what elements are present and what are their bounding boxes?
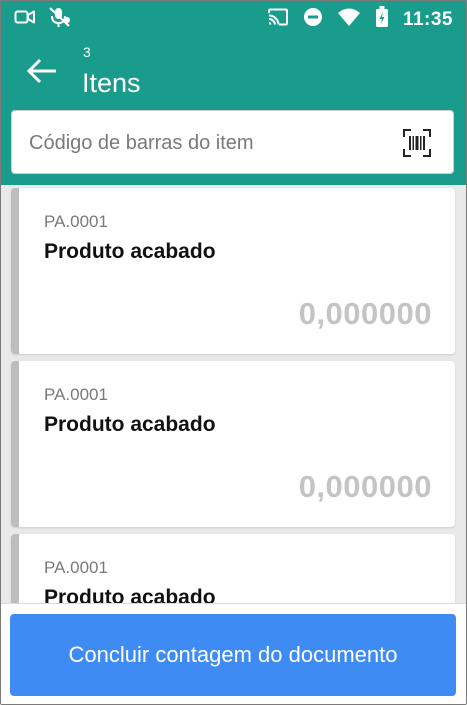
do-not-disturb-icon <box>303 7 323 32</box>
clock-time: 11:35 <box>402 8 453 30</box>
video-call-icon <box>14 8 36 31</box>
finish-count-button[interactable]: Concluir contagem do documento <box>10 614 456 696</box>
card-accent-bar <box>11 361 19 527</box>
list-item[interactable]: PA.0001 Produto acabado 0,000000 <box>11 188 455 354</box>
item-code: PA.0001 <box>44 385 108 404</box>
list-item[interactable]: PA.0001 Produto acabado <box>11 534 455 605</box>
card-accent-bar <box>11 188 19 354</box>
item-quantity: 0,000000 <box>298 296 432 331</box>
app-bar: 3 Itens <box>0 36 467 106</box>
item-code: PA.0001 <box>44 558 108 577</box>
mic-off-icon <box>48 6 72 33</box>
item-name: Produto acabado <box>44 240 216 263</box>
item-list: PA.0001 Produto acabado 0,000000 PA.0001… <box>0 185 467 605</box>
barcode-input[interactable] <box>27 111 401 175</box>
barcode-search-box <box>11 110 454 175</box>
arrow-left-icon <box>26 58 56 84</box>
header-area: 11:35 3 Itens <box>0 0 467 185</box>
list-item[interactable]: PA.0001 Produto acabado 0,000000 <box>11 361 455 527</box>
item-name: Produto acabado <box>44 413 216 436</box>
item-code: PA.0001 <box>44 212 108 231</box>
card-accent-bar <box>11 534 19 605</box>
back-button[interactable] <box>22 54 62 88</box>
page-title: Itens <box>82 68 141 98</box>
status-bar: 11:35 <box>0 0 467 36</box>
cast-icon <box>267 8 289 31</box>
item-count: 3 <box>83 44 91 60</box>
barcode-scan-icon <box>403 129 431 157</box>
wifi-icon <box>337 7 361 32</box>
item-quantity: 0,000000 <box>298 469 432 504</box>
battery-icon <box>375 6 389 33</box>
footer-bar: Concluir contagem do documento <box>0 603 467 705</box>
barcode-scan-button[interactable] <box>403 129 431 157</box>
